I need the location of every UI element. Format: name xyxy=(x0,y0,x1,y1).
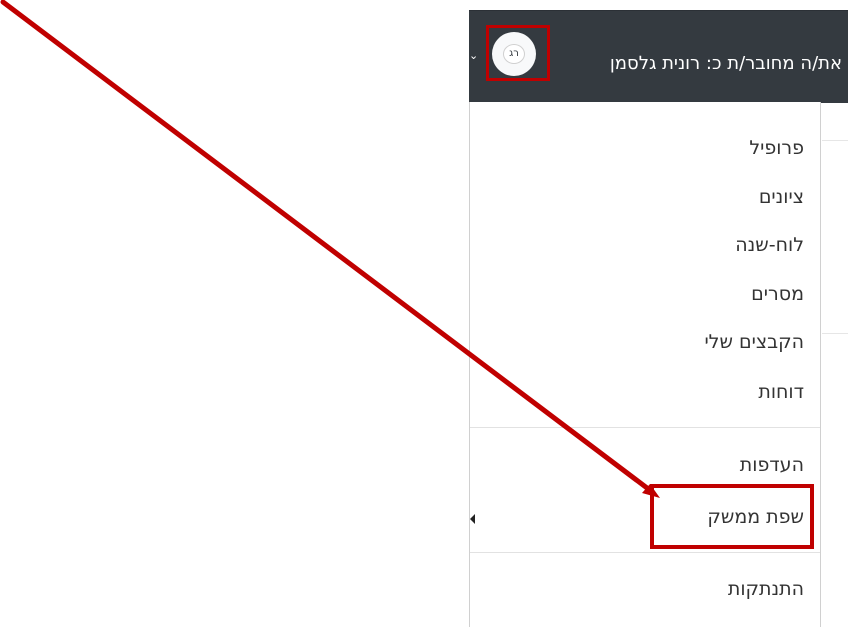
screenshot-stage: את/ה מחובר/ת כ: רונית גלסמן ⌄ רג פרופיל … xyxy=(0,0,848,627)
annotation-arrow xyxy=(0,0,660,498)
annotation-arrow-line xyxy=(0,0,654,494)
